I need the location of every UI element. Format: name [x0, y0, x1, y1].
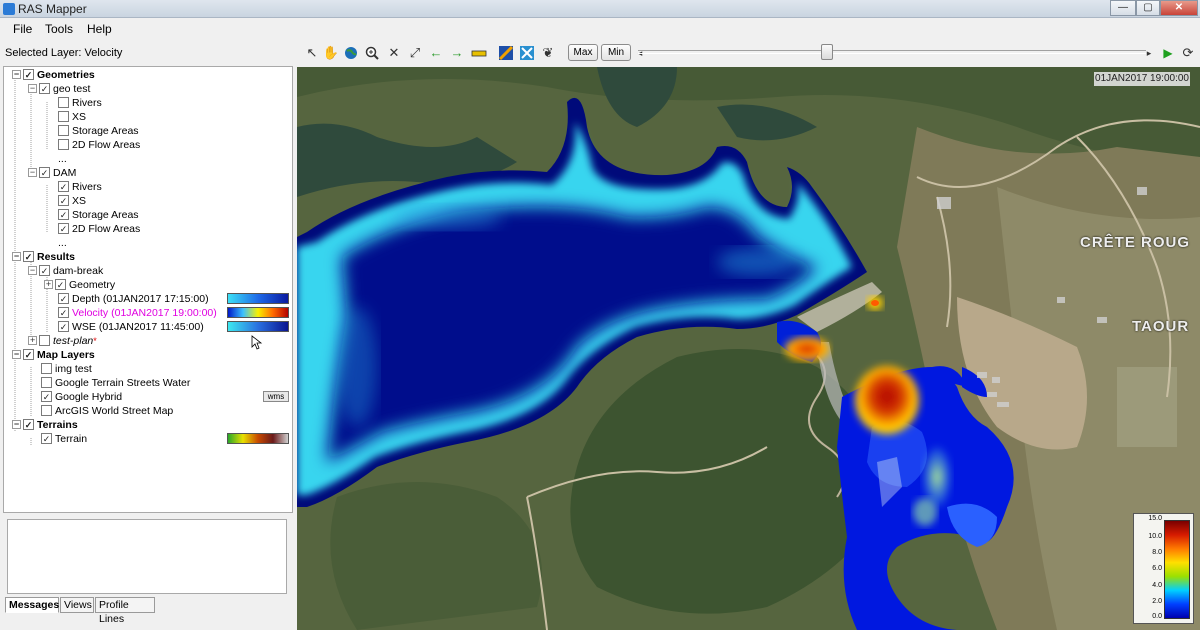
tree-dam-rivers[interactable]: ✓ Rivers: [58, 180, 102, 194]
tab-messages[interactable]: Messages: [5, 597, 59, 613]
pointer-icon[interactable]: ↖: [303, 44, 321, 62]
edit-geometry-icon[interactable]: [497, 44, 515, 62]
tree-results[interactable]: − ✓ Results: [12, 250, 75, 264]
map-place-label-1: CRÊTE ROUG: [1080, 234, 1191, 251]
tree-map-layers[interactable]: − ✓ Map Layers: [12, 348, 95, 362]
legend-tick: 15.0: [1148, 515, 1162, 522]
depth-color-ramp[interactable]: [227, 293, 289, 304]
close-button[interactable]: ✕: [1160, 0, 1198, 16]
minimize-button[interactable]: —: [1110, 0, 1136, 16]
tree-wse[interactable]: ✓ WSE (01JAN2017 11:45:00): [58, 320, 204, 334]
tree-ellipsis: ...: [58, 237, 67, 249]
selected-layer-label: Selected Layer: Velocity: [5, 47, 123, 59]
tree-dam-break[interactable]: − ✓ dam-break: [28, 264, 103, 278]
forward-arrow-icon[interactable]: →: [448, 44, 466, 62]
wms-tag: wms: [263, 391, 289, 402]
pan-hand-icon[interactable]: ✋: [322, 44, 340, 62]
maximize-button[interactable]: ▢: [1136, 0, 1160, 16]
legend-tick: 6.0: [1152, 565, 1162, 572]
legend-tick: 8.0: [1152, 549, 1162, 556]
map-toolbar: ↖ ✋ ✕ ⤢ ← → ❦ Max Min ◂ ▸ ▶ ⟳: [300, 42, 1200, 64]
max-button[interactable]: Max: [568, 44, 598, 61]
terrain-color-ramp[interactable]: [227, 433, 289, 444]
app-icon: [3, 3, 15, 15]
tree-geo-test[interactable]: − ✓ geo test: [28, 82, 90, 96]
play-icon[interactable]: ▶: [1159, 44, 1177, 62]
tree-terrain[interactable]: ✓ Terrain: [41, 432, 87, 446]
legend-tick: 2.0: [1152, 598, 1162, 605]
menu-tools[interactable]: Tools: [45, 22, 73, 36]
zoom-in-icon[interactable]: [363, 44, 381, 62]
tree-depth[interactable]: ✓ Depth (01JAN2017 17:15:00): [58, 292, 209, 306]
tree-google-hybrid[interactable]: ✓ Google Hybrid: [41, 390, 122, 404]
tree-geo-test-2d[interactable]: 2D Flow Areas: [58, 138, 140, 152]
map-timestamp: 01JAN2017 19:00:00: [1094, 72, 1190, 86]
map-view[interactable]: [297, 67, 1200, 630]
velocity-color-ramp[interactable]: [227, 307, 289, 318]
wse-color-ramp[interactable]: [227, 321, 289, 332]
messages-panel[interactable]: [7, 519, 287, 594]
full-extent-icon[interactable]: ⤢: [406, 44, 424, 62]
title-bar: RAS Mapper — ▢ ✕: [0, 0, 1200, 18]
tree-img-test[interactable]: img test: [41, 362, 92, 376]
tree-geo-test-rivers[interactable]: Rivers: [58, 96, 102, 110]
time-slider-thumb[interactable]: [821, 44, 833, 60]
tree-geometry[interactable]: + ✓ Geometry: [44, 278, 115, 292]
slider-right-arrow-icon[interactable]: ▸: [1143, 44, 1155, 62]
velocity-legend-ramp: [1164, 520, 1190, 619]
map-place-label-2: TAOUR: [1132, 318, 1190, 335]
tree-test-plan[interactable]: + test-plan*: [28, 334, 97, 348]
tree-ellipsis: ...: [58, 153, 67, 165]
menu-help[interactable]: Help: [87, 22, 112, 36]
menu-file[interactable]: File: [13, 22, 32, 36]
time-slider-track[interactable]: [638, 50, 1146, 54]
legend-tick: 4.0: [1152, 582, 1162, 589]
tree-geo-test-storage[interactable]: Storage Areas: [58, 124, 139, 138]
mouse-cursor-icon: [251, 335, 263, 350]
velocity-legend: 15.0 10.0 8.0 6.0 4.0 2.0 0.0: [1133, 513, 1194, 624]
tab-profile-lines[interactable]: Profile Lines: [95, 597, 155, 625]
tree-terrains[interactable]: − ✓ Terrains: [12, 418, 78, 432]
tree-geo-test-xs[interactable]: XS: [58, 110, 86, 124]
tree-dam-storage[interactable]: ✓ Storage Areas: [58, 208, 139, 222]
grid-map-icon[interactable]: [518, 44, 536, 62]
back-arrow-icon[interactable]: ←: [427, 44, 445, 62]
legend-tick: 10.0: [1148, 533, 1162, 540]
tree-arcgis[interactable]: ArcGIS World Street Map: [41, 404, 173, 418]
legend-tick: 0.0: [1152, 613, 1162, 620]
tree-geometries[interactable]: − ✓ Geometries: [12, 68, 95, 82]
tree-google-terrain[interactable]: Google Terrain Streets Water: [41, 376, 190, 390]
menu-bar: File Tools Help: [0, 19, 1200, 39]
layer-tree-panel: − ✓ Geometries − ✓ geo test Rivers XS Storag…: [3, 66, 293, 513]
tree-dam-xs[interactable]: ✓ XS: [58, 194, 86, 208]
min-button[interactable]: Min: [601, 44, 631, 61]
globe-icon[interactable]: [342, 44, 360, 62]
tree-velocity[interactable]: ✓ Velocity (01JAN2017 19:00:00): [58, 306, 217, 320]
measure-icon[interactable]: [470, 44, 488, 62]
tree-dam[interactable]: − ✓ DAM: [28, 166, 76, 180]
zoom-extent-icon[interactable]: ✕: [385, 44, 403, 62]
window-title: RAS Mapper: [18, 2, 87, 16]
profile-tool-icon[interactable]: ❦: [539, 44, 557, 62]
test-plan-modified-mark: *: [93, 336, 97, 346]
tab-views[interactable]: Views: [60, 597, 94, 613]
tree-dam-2d[interactable]: ✓ 2D Flow Areas: [58, 222, 140, 236]
refresh-icon[interactable]: ⟳: [1179, 44, 1197, 62]
map-canvas: [297, 67, 1200, 630]
